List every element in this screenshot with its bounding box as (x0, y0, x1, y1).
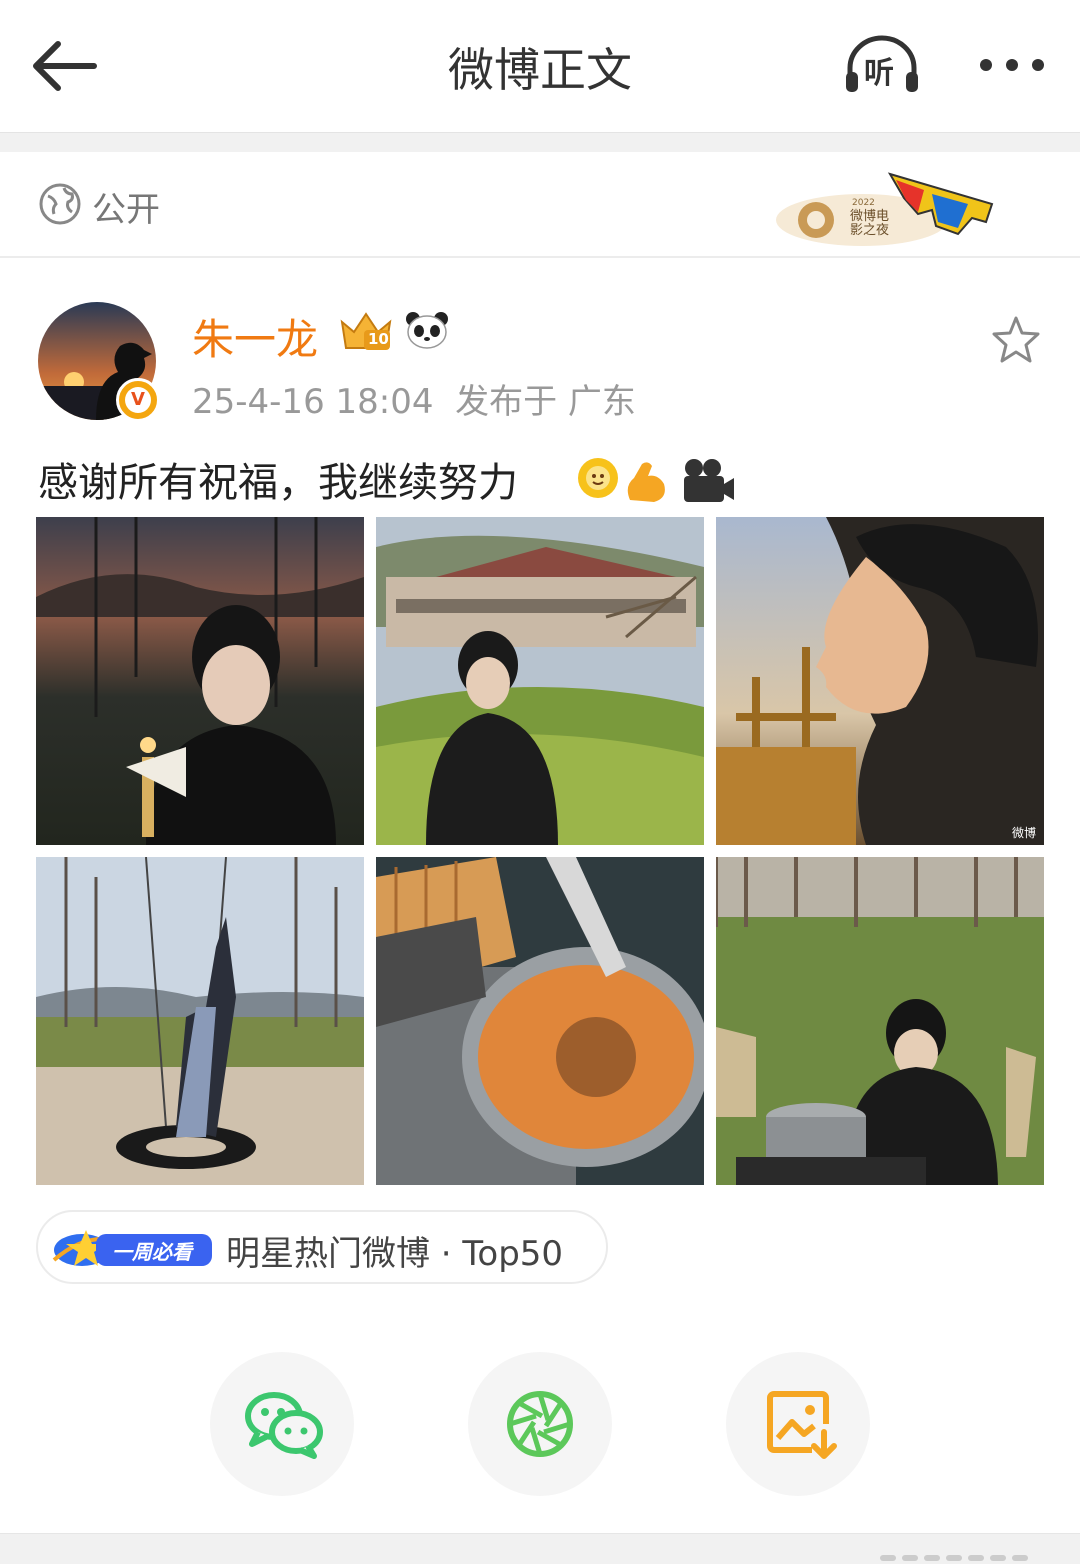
panda-icon[interactable] (404, 310, 450, 350)
favorite-button[interactable] (990, 314, 1042, 366)
more-options-button[interactable] (972, 40, 1052, 90)
badge-text: 微博电影之夜 (850, 209, 890, 238)
visibility-label: 公开 (92, 190, 160, 230)
photo-tire-swing[interactable] (36, 857, 364, 1185)
star-icon (992, 316, 1040, 363)
post-location: 发布于 广东 (455, 382, 636, 422)
sunflower-emoji (578, 458, 618, 498)
back-arrow-icon (33, 41, 97, 91)
globe-icon (38, 182, 82, 226)
more-dots-icon (980, 59, 1044, 71)
tag-logo-text: 一周必看 (112, 1240, 192, 1264)
badge-year: 2022 (852, 198, 875, 208)
photo-noodle-pot[interactable] (376, 857, 704, 1185)
photo-hotel-lawn[interactable] (376, 517, 704, 845)
wechat-icon (245, 1392, 323, 1459)
image-download-icon (767, 1391, 837, 1459)
save-image-button[interactable] (726, 1352, 870, 1496)
photo-eating-outdoors[interactable] (716, 857, 1044, 1185)
movie-camera-emoji (684, 459, 734, 502)
moments-share-button[interactable] (468, 1352, 612, 1496)
verified-badge-letter: V (125, 387, 151, 413)
movie-night-badge[interactable]: 2022 微博电影之夜 (772, 164, 1004, 250)
tag-label: 明星热门微博 · Top50 (226, 1234, 564, 1274)
wechat-share-button[interactable] (210, 1352, 354, 1496)
page-title: 微博正文 (448, 43, 632, 97)
listen-button[interactable]: 听 (842, 34, 922, 98)
verified-badge: V (116, 378, 160, 422)
photo-birthday-sparkler[interactable] (36, 517, 364, 845)
post-meta: 25-4-16 18:04 发布于 广东 (192, 374, 636, 423)
post-timestamp: 25-4-16 18:04 (192, 382, 434, 422)
scroll-indicator (880, 1548, 1044, 1561)
flexed-bicep-emoji (627, 462, 665, 502)
back-button[interactable] (28, 36, 102, 96)
weekly-must-see-logo: 一周必看 (52, 1220, 216, 1274)
post-text: 感谢所有祝福，我继续努力 (38, 460, 518, 506)
section-divider (0, 132, 1080, 153)
listen-label: 听 (864, 56, 894, 91)
shutter-icon (507, 1391, 573, 1457)
post-emojis (576, 454, 736, 506)
username[interactable]: 朱一龙 (192, 306, 318, 367)
photo-watermark: 微博 (1012, 825, 1036, 840)
level-number: 10 (368, 330, 389, 348)
photo-profile-sunset[interactable]: 微博 (716, 517, 1044, 845)
level-crown-icon[interactable]: 10 (338, 308, 394, 354)
